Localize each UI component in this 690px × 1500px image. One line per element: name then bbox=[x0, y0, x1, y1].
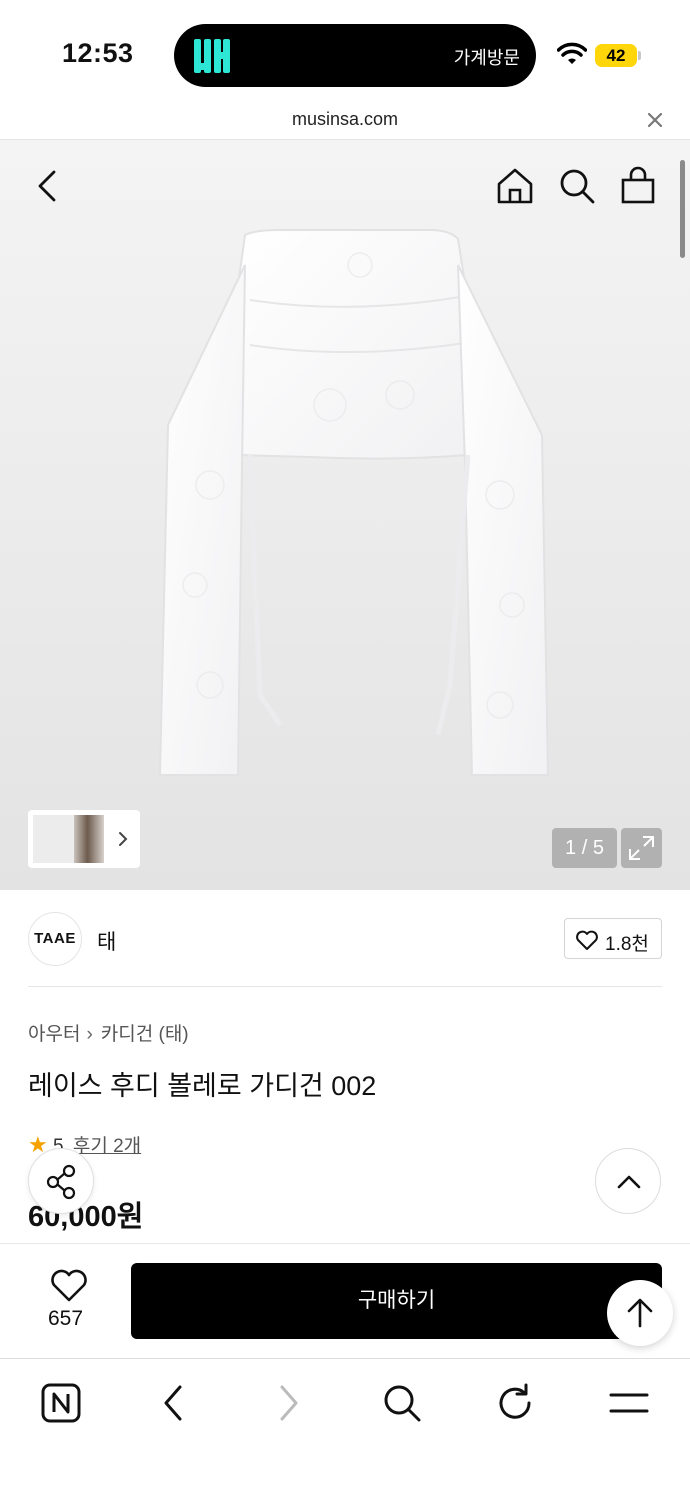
home-icon[interactable] bbox=[495, 166, 535, 206]
brand-row: TAAE 태 1.8천 bbox=[0, 890, 690, 988]
divider bbox=[28, 986, 662, 987]
collapse-button[interactable] bbox=[595, 1148, 661, 1214]
app-logo-icon bbox=[194, 39, 230, 73]
battery-indicator: 42 bbox=[595, 44, 637, 67]
search-icon[interactable] bbox=[380, 1381, 424, 1425]
wishlist-count: 657 bbox=[48, 1307, 84, 1330]
breadcrumb: 아우터 › 카디건 (태) bbox=[28, 1019, 189, 1046]
image-counter: 1 / 5 bbox=[552, 828, 617, 868]
naver-home-icon[interactable] bbox=[39, 1381, 83, 1425]
chevron-right-icon: › bbox=[86, 1024, 93, 1045]
thumbnail-2[interactable] bbox=[74, 815, 104, 863]
buy-button[interactable]: 구매하기 bbox=[131, 1263, 662, 1339]
scroll-top-button[interactable] bbox=[607, 1280, 673, 1346]
dynamic-island[interactable]: 가계방문 bbox=[174, 24, 536, 87]
brand-like-button[interactable]: 1.8천 bbox=[564, 918, 662, 959]
share-icon bbox=[46, 1164, 76, 1200]
refresh-icon[interactable] bbox=[493, 1381, 537, 1425]
brand-logo[interactable]: TAAE bbox=[28, 912, 82, 966]
chevron-up-icon bbox=[617, 1175, 641, 1189]
wifi-icon bbox=[557, 42, 587, 64]
battery-tip bbox=[638, 51, 641, 60]
shopping-bag-icon[interactable] bbox=[618, 166, 658, 206]
url-bar[interactable]: musinsa.com bbox=[0, 104, 690, 140]
island-text: 가계방문 bbox=[453, 48, 520, 68]
heart-icon bbox=[51, 1269, 87, 1302]
status-time: 12:53 bbox=[62, 38, 134, 68]
purchase-bar: 657 구매하기 bbox=[0, 1243, 690, 1358]
scroll-indicator bbox=[680, 160, 685, 258]
wishlist-button[interactable] bbox=[40, 1266, 98, 1311]
product-photo bbox=[158, 229, 550, 776]
browser-toolbar bbox=[0, 1358, 690, 1500]
breadcrumb-item-cardigan[interactable]: 카디건 (태) bbox=[101, 1024, 189, 1045]
back-icon[interactable] bbox=[152, 1381, 196, 1425]
expand-icon[interactable] bbox=[621, 828, 662, 868]
brand-like-count: 1.8천 bbox=[605, 934, 649, 955]
url-text[interactable]: musinsa.com bbox=[0, 109, 690, 130]
close-icon[interactable] bbox=[644, 109, 666, 131]
thumbnail-1[interactable] bbox=[33, 815, 77, 863]
menu-icon[interactable] bbox=[607, 1381, 651, 1425]
forward-icon bbox=[280, 1385, 298, 1421]
share-button[interactable] bbox=[28, 1148, 94, 1214]
product-image-gallery[interactable]: 1 / 5 bbox=[0, 140, 690, 890]
back-arrow-icon[interactable] bbox=[28, 166, 68, 206]
arrow-up-icon bbox=[627, 1298, 653, 1328]
heart-icon bbox=[576, 930, 598, 950]
chevron-right-icon[interactable] bbox=[116, 828, 130, 850]
brand-name[interactable]: 태 bbox=[97, 926, 116, 956]
status-bar: 12:53 가계방문 42 bbox=[0, 0, 690, 104]
search-icon[interactable] bbox=[557, 166, 597, 206]
product-title: 레이스 후디 볼레로 가디건 002 bbox=[28, 1071, 377, 1101]
breadcrumb-item-outer[interactable]: 아우터 bbox=[28, 1024, 80, 1045]
thumbnail-strip[interactable] bbox=[28, 810, 140, 868]
